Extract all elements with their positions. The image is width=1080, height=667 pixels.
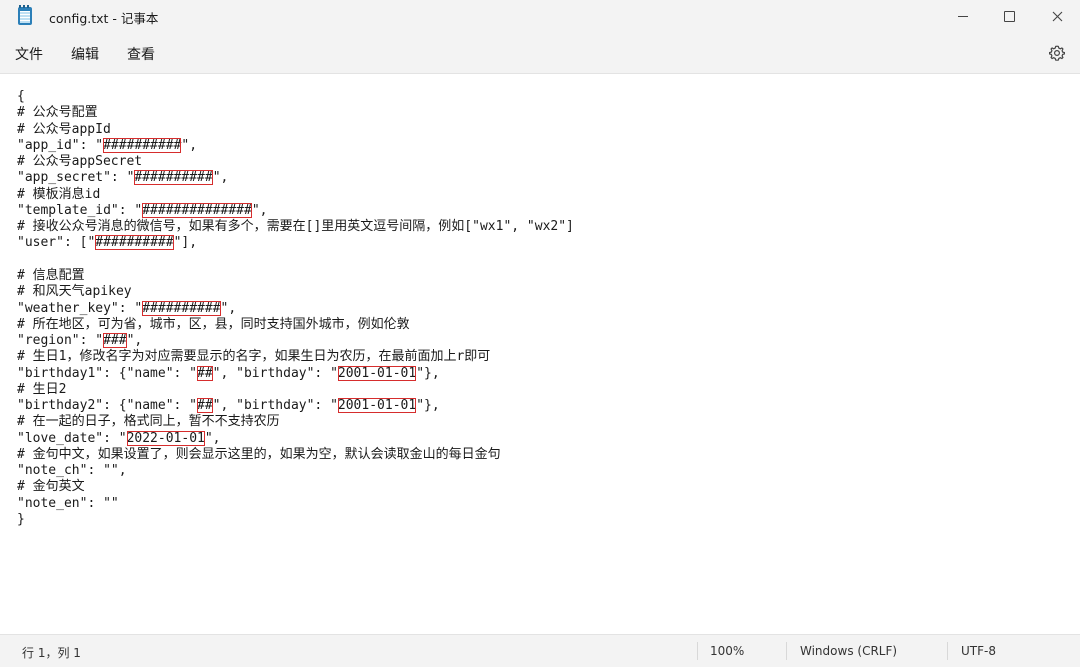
code-line: # 生日1，修改名字为对应需要显示的名字，如果生日为农历，在最前面加上r即可 — [17, 349, 490, 365]
code-text: # 和风天气apikey — [17, 284, 132, 300]
code-line: # 在一起的日子，格式同上，暂不不支持农历 — [17, 414, 280, 430]
code-line: # 公众号appId — [17, 122, 111, 138]
redacted-value: 2022-01-01 — [126, 430, 205, 446]
code-line: "love_date": "2022-01-01", — [17, 430, 221, 447]
menu-file[interactable]: 文件 — [15, 44, 43, 64]
status-divider — [697, 642, 698, 660]
zoom-level[interactable]: 100% — [710, 644, 744, 658]
code-text: # 金句英文 — [17, 479, 85, 495]
code-text: } — [17, 512, 25, 528]
menu-view[interactable]: 查看 — [127, 44, 155, 64]
code-text: "}, — [416, 365, 440, 381]
code-text: # 在一起的日子，格式同上，暂不不支持农历 — [17, 414, 280, 430]
code-line: # 所在地区，可为省，城市，区，县，同时支持国外城市，例如伦敦 — [17, 317, 410, 333]
code-text: "note_en": "" — [17, 495, 119, 511]
code-line: # 生日2 — [17, 382, 66, 398]
code-line: # 接收公众号消息的微信号，如果有多个，需要在[]里用英文逗号间隔，例如["wx… — [17, 219, 574, 235]
code-line: "template_id": "##############", — [17, 202, 268, 219]
code-text: "love_date": " — [17, 430, 127, 446]
code-line: # 模板消息id — [17, 187, 100, 203]
code-line: # 金句英文 — [17, 479, 85, 495]
line-ending[interactable]: Windows (CRLF) — [800, 644, 897, 658]
redacted-value: 2001-01-01 — [337, 398, 417, 414]
close-icon — [1052, 11, 1062, 22]
menu-bar: 文件 编辑 查看 — [0, 33, 1080, 74]
text-editor[interactable]: {# 公众号配置 # 公众号appId "app_id": "##########"… — [0, 74, 1080, 634]
minimize-button[interactable] — [940, 0, 986, 33]
code-line: "app_secret": "##########", — [17, 170, 228, 186]
code-line: "region": "###", — [17, 333, 142, 349]
redacted-value: 2001-01-01 — [337, 365, 417, 381]
code-text: # 生日1，修改名字为对应需要显示的名字，如果生日为农历，在最前面加上r即可 — [17, 349, 491, 365]
code-line: { — [17, 89, 25, 105]
redacted-value: ############## — [142, 202, 252, 218]
status-divider — [947, 642, 948, 660]
menu-edit[interactable]: 编辑 — [71, 44, 99, 64]
code-line: # 信息配置 — [17, 268, 85, 284]
redacted-value: ## — [197, 398, 213, 414]
code-line: # 公众号appSecret — [17, 154, 142, 170]
redacted-value: ########## — [142, 300, 221, 316]
code-text: # 信息配置 — [17, 267, 85, 283]
code-text: # 公众号配置 — [17, 105, 98, 121]
encoding[interactable]: UTF-8 — [961, 644, 996, 658]
code-text: "}, — [416, 398, 440, 414]
code-text: "birthday1": {"name": " — [17, 365, 198, 381]
code-text: # 公众号appSecret — [17, 154, 143, 170]
code-text: ", — [220, 300, 237, 316]
code-text: { — [17, 89, 25, 104]
code-text: "app_secret": " — [17, 170, 135, 186]
close-button[interactable] — [1034, 0, 1080, 33]
code-text: ", — [126, 333, 143, 349]
code-text: "user": [" — [17, 235, 96, 251]
redacted-value: ########## — [95, 235, 174, 251]
code-text: # 接收公众号消息的微信号，如果有多个，需要在[]里用英文逗号间隔，例如["wx… — [17, 219, 574, 235]
code-line: } — [17, 512, 25, 528]
code-text: "weather_key": " — [17, 300, 143, 316]
maximize-button[interactable] — [986, 0, 1032, 33]
redacted-value: ### — [103, 333, 127, 349]
title-bar: config.txt - 记事本 — [0, 0, 1080, 33]
code-text: # 模板消息id — [17, 186, 101, 202]
maximize-icon — [1003, 11, 1015, 22]
code-text: "note_ch": "", — [17, 463, 127, 479]
redacted-value: ########## — [103, 137, 182, 153]
code-text: "template_id": " — [17, 202, 143, 218]
code-text: # 所在地区，可为省，城市，区，县，同时支持国外城市，例如伦敦 — [17, 316, 410, 332]
code-text: ", — [212, 170, 229, 186]
code-text: # 金句中文，如果设置了，则会显示这里的，如果为空，默认会读取金山的每日金句 — [17, 446, 501, 462]
code-line: # 和风天气apikey — [17, 284, 132, 300]
code-text: "birthday2": {"name": " — [17, 398, 198, 414]
code-line: "app_id": "##########", — [17, 137, 198, 154]
window-title: config.txt - 记事本 — [49, 11, 159, 26]
code-text: ", — [181, 137, 198, 153]
code-text: ", — [251, 202, 268, 218]
redacted-value: ## — [197, 365, 213, 381]
redacted-value: ########## — [134, 170, 213, 186]
status-bar: 行 1，列 1 100% Windows (CRLF) UTF-8 — [0, 634, 1080, 667]
code-line: "note_en": "" — [17, 496, 119, 512]
code-text: "], — [173, 235, 198, 251]
minimize-icon — [958, 16, 968, 17]
code-text: "app_id": " — [17, 137, 104, 153]
code-text: # 生日2 — [17, 381, 67, 397]
code-text: "region": " — [17, 333, 104, 349]
status-divider — [786, 642, 787, 660]
code-line: # 公众号配置 — [17, 105, 98, 121]
notepad-icon — [18, 5, 32, 25]
code-text: ", — [204, 430, 221, 446]
code-line: "note_ch": "", — [17, 463, 127, 479]
code-text: ", "birthday": " — [212, 398, 338, 414]
code-line: # 金句中文，如果设置了，则会显示这里的，如果为空，默认会读取金山的每日金句 — [17, 447, 501, 463]
code-text: ", "birthday": " — [212, 365, 338, 381]
code-text: # 公众号appId — [17, 121, 111, 137]
code-line: "birthday1": {"name": "##", "birthday": … — [17, 365, 440, 382]
code-line: "birthday2": {"name": "##", "birthday": … — [17, 398, 440, 414]
code-line: "weather_key": "##########", — [17, 300, 237, 317]
code-line: "user": ["##########"], — [17, 235, 197, 251]
gear-icon — [1049, 45, 1065, 61]
cursor-position: 行 1，列 1 — [22, 646, 81, 660]
settings-button[interactable] — [1047, 43, 1067, 63]
